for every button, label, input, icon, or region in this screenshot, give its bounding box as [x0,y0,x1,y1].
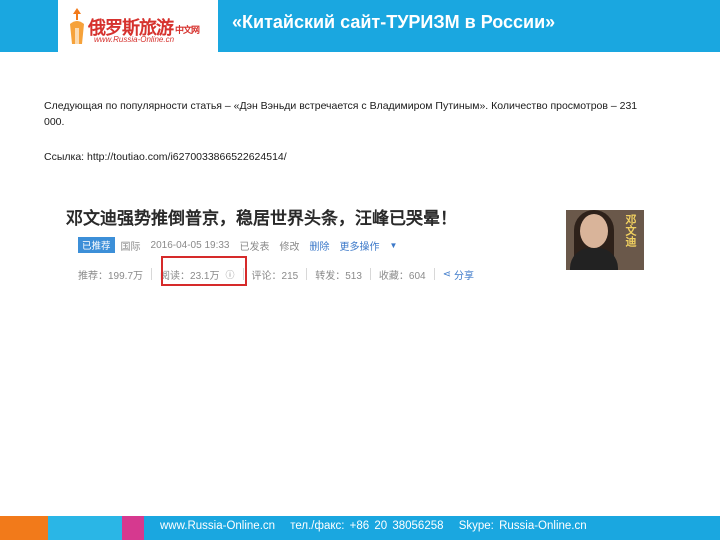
meta-edit[interactable]: 修改 [279,238,299,253]
article-stats-row: 推荐：199.7万 阅读：23.1万 ⓘ 评论：215 转发：513 收藏：60… [78,266,474,282]
article-description: Следующая по популярности статья – «Дэн … [44,100,638,128]
article-photo: 邓文迪 [566,210,644,270]
stat-favorite: 收藏：604 [378,270,426,282]
meta-status: 已发表 [239,241,270,253]
footer-contacts: www.Russia-Online.cn тел./факс: +86 20 3… [160,520,597,532]
recommended-badge: 已推荐 [78,237,115,253]
photo-face [580,214,608,248]
article-link[interactable]: Ссылка: http://toutiao.com/i627003386652… [44,149,644,165]
logo-url: www.Russia-Online.cn [94,35,175,44]
footer-segment-cyan [48,516,122,540]
footer-segment-orange [0,516,48,540]
stat-recommend: 推荐：199.7万 [78,270,144,282]
logo-text-cn-sub: 中文网 [175,25,200,36]
read-count-highlight [161,256,247,286]
site-logo[interactable]: 俄罗斯旅游 中文网 www.Russia-Online.cn [58,0,218,52]
meta-delete-link[interactable]: 删除 [309,238,329,253]
meta-more-actions-link[interactable]: 更多操作 [339,238,379,253]
footer-segment-magenta [122,516,144,540]
divider [306,268,308,280]
footer-site[interactable]: www.Russia-Online.cn [160,520,275,532]
share-icon[interactable]: ⋖ [443,269,451,280]
photo-caption: 邓文迪 [624,214,636,247]
divider [369,268,371,280]
page-title: «Китайский сайт-ТУРИЗМ в России» [232,12,556,32]
article-screenshot: 邓文迪强势推倒普京，稳居世界头条，汪峰已哭晕！ 已推荐 国际 2016-04-0… [66,204,646,284]
meta-date: 2016-04-05 19:33 [150,239,230,251]
stat-comment: 评论：215 [251,270,299,282]
meta-category: 国际 [120,241,141,253]
chevron-down-icon[interactable]: ▼ [389,241,397,250]
footer-phone: тел./факс: +86 20 38056258 [290,520,444,532]
stat-repost: 转发：513 [315,270,362,282]
divider [151,268,153,280]
footer-skype: Skype: Russia-Online.cn [458,520,587,532]
article-title: 邓文迪强势推倒普京，稳居世界头条，汪峰已哭晕！ [66,209,457,229]
article-meta-row: 已推荐 国际 2016-04-05 19:33 已发表 修改 删除 更多操作 ▼ [78,237,397,253]
logo-mark-icon [70,8,84,44]
divider [433,268,435,280]
share-link[interactable]: 分享 [454,267,474,282]
